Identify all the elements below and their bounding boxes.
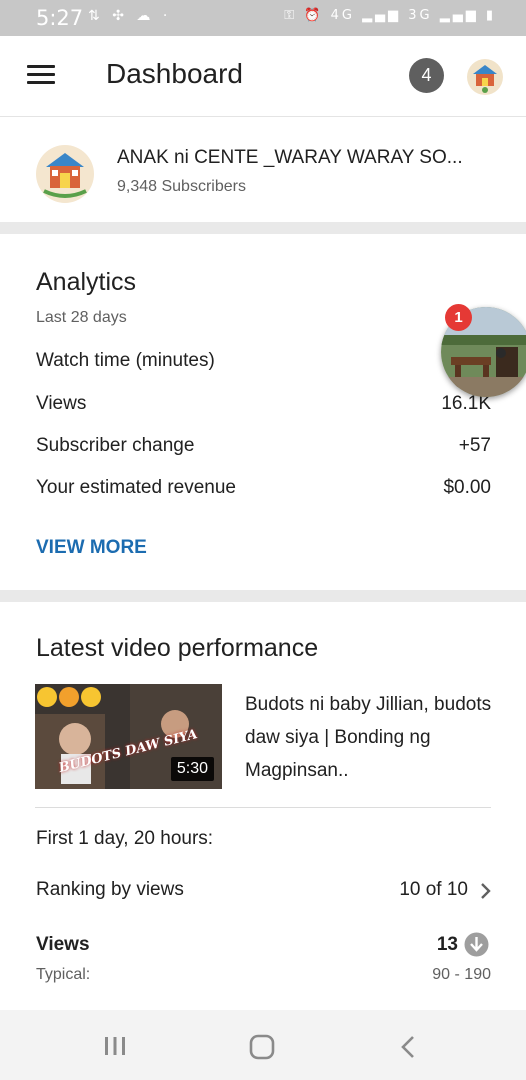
ranking-value[interactable]: 10 of 10 <box>399 879 468 901</box>
typical-value: 90 - 190 <box>432 966 491 983</box>
watch-time-label: Watch time (minutes) <box>36 350 215 371</box>
video-views-label: Views <box>36 934 90 955</box>
cloud-icon: ☁ <box>136 8 155 24</box>
first-period-label: First 1 day, 20 hours: <box>36 828 214 849</box>
key-icon: ⚿ <box>284 8 298 23</box>
recent-apps-icon[interactable] <box>103 1036 127 1056</box>
chevron-right-icon[interactable] <box>480 882 492 900</box>
page-title: Dashboard <box>106 58 243 89</box>
subscriber-change-value: +57 <box>458 435 491 456</box>
signal-icon-2: ▂▄▆ <box>439 8 479 23</box>
channel-logo-icon <box>468 60 502 94</box>
back-icon[interactable] <box>399 1035 417 1059</box>
channel-name: ANAK ni CENTE _WARAY WARAY SO... <box>117 147 463 168</box>
status-bar: 5:27 ⇅ ✣ ☁ · ⚿ ⏰ 4G ▂▄▆ 3G ▂▄▆ ▮ <box>0 0 526 36</box>
revenue-value: $0.00 <box>443 477 491 498</box>
signal-icon: ▂▄▆ <box>362 8 402 23</box>
analytics-title: Analytics <box>36 268 137 296</box>
notification-badge[interactable]: 4 <box>409 58 444 93</box>
fan-icon: ✣ <box>112 8 128 24</box>
system-nav-bar <box>0 1010 526 1080</box>
alarm-icon: ⏰ <box>304 8 324 23</box>
subscriber-count: 9,348 Subscribers <box>117 178 246 195</box>
data-speed-icon: ⇅ <box>88 8 104 24</box>
app-bar: Dashboard 4 <box>0 36 526 117</box>
channel-logo-icon <box>37 146 93 202</box>
video-title[interactable]: Budots ni baby Jillian, budots daw siya … <box>245 688 500 787</box>
video-thumbnail[interactable]: BUDOTS DAW SIYA 5:30 <box>35 684 222 789</box>
channel-header[interactable]: ANAK ni CENTE _WARAY WARAY SO... 9,348 S… <box>0 117 526 222</box>
latest-video-title: Latest video performance <box>36 634 319 662</box>
revenue-label: Your estimated revenue <box>36 477 236 498</box>
divider-line <box>35 807 491 808</box>
trend-down-icon <box>464 932 489 957</box>
views-label: Views <box>36 393 87 414</box>
video-duration: 5:30 <box>170 757 214 781</box>
typical-label: Typical: <box>36 966 91 983</box>
latest-video-card: Latest video performance First 1 day, 20… <box>0 602 526 1010</box>
network-3g-label: 3G <box>408 8 433 23</box>
home-icon[interactable] <box>249 1034 275 1060</box>
analytics-period: Last 28 days <box>36 309 127 326</box>
section-divider <box>0 222 526 234</box>
dot-icon: · <box>162 8 172 24</box>
account-avatar[interactable] <box>467 59 503 95</box>
channel-logo <box>36 145 94 203</box>
status-right-icons: ⚿ ⏰ 4G ▂▄▆ 3G ▂▄▆ ▮ <box>284 8 496 23</box>
view-more-button[interactable]: VIEW MORE <box>36 537 147 559</box>
analytics-card: Analytics Last 28 days Watch time (minut… <box>0 234 526 590</box>
chat-head-badge: 1 <box>445 304 472 331</box>
network-4g-label: 4G <box>330 8 355 23</box>
status-left-icons: ⇅ ✣ ☁ · <box>88 8 171 24</box>
subscriber-change-label: Subscriber change <box>36 435 195 456</box>
ranking-label: Ranking by views <box>36 879 184 900</box>
status-time: 5:27 <box>36 6 84 30</box>
battery-icon: ▮ <box>485 8 496 23</box>
menu-icon[interactable] <box>27 65 55 87</box>
video-views-value: 13 <box>436 934 458 955</box>
section-divider <box>0 590 526 602</box>
